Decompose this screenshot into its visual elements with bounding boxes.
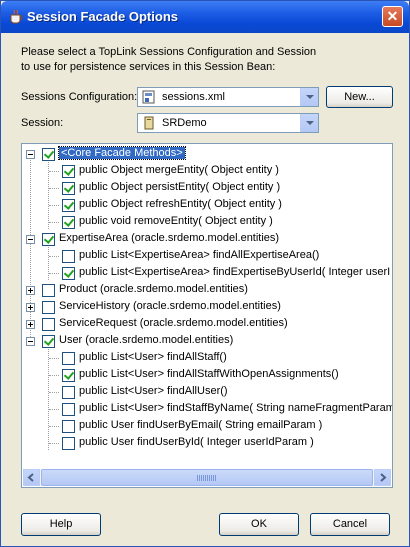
facade-methods-tree[interactable]: <Core Facade Methods> public Object merg… [21,143,393,488]
checkbox[interactable] [42,301,55,314]
tree-row-label: public List<User> findAllStaff() [79,351,227,363]
collapse-icon[interactable] [26,150,35,159]
tree-row-label: public Object persistEntity( Object enti… [79,181,281,193]
sessions-configuration-label: Sessions Configuration: [21,91,138,103]
checkbox[interactable] [42,284,55,297]
tree-row-label: public List<User> findAllStaffWithOpenAs… [79,368,339,380]
checkbox[interactable] [62,199,75,212]
tree-line [48,245,49,280]
sessions-configuration-select[interactable]: sessions.xml [137,87,319,107]
session-facade-options-dialog: Session Facade Options ✕ Please select a… [0,0,410,547]
tree-line [49,171,59,172]
tree-row-label: public Object mergeEntity( Object entity… [79,164,279,176]
tree-row-label: User (oracle.srdemo.model.entities) [59,334,234,346]
checkbox[interactable] [62,386,75,399]
tree-line [30,156,31,343]
checkbox[interactable] [42,148,55,161]
tree-line [49,392,59,393]
checkbox[interactable] [62,420,75,433]
ok-button[interactable]: OK [219,513,299,536]
checkbox[interactable] [62,352,75,365]
tree-line [49,205,59,206]
tree-row-label: Product (oracle.srdemo.model.entities) [59,283,248,295]
chevron-down-icon[interactable] [300,114,318,132]
instruction-text: Please select a TopLink Sessions Configu… [21,46,317,73]
checkbox[interactable] [62,267,75,280]
tree-row-label: public List<User> findStaffByName( Strin… [79,402,393,414]
close-icon: ✕ [386,8,399,24]
help-button[interactable]: Help [21,513,101,536]
tree-row-label: ExpertiseArea (oracle.srdemo.model.entit… [59,232,280,244]
tree-line [49,188,59,189]
tree-row-label: public Object refreshEntity( Object enti… [79,198,282,210]
tree-row-label: ServiceHistory (oracle.srdemo.model.enti… [59,300,281,312]
expand-icon[interactable] [26,286,35,295]
tree-row-label: public void removeEntity( Object entity … [79,215,273,227]
checkbox[interactable] [62,250,75,263]
tree-line [49,256,59,257]
checkbox[interactable] [62,369,75,382]
checkbox[interactable] [62,182,75,195]
checkbox[interactable] [62,437,75,450]
xml-file-icon [142,90,155,104]
tree-row-label: public List<ExpertiseArea> findAllExpert… [79,249,320,261]
tree-line [49,375,59,376]
tree-line [49,409,59,410]
session-label: Session: [21,117,64,129]
checkbox[interactable] [42,318,55,331]
chevron-down-icon[interactable] [300,88,318,106]
title-bar[interactable]: Session Facade Options ✕ [1,1,409,33]
checkbox[interactable] [42,335,55,348]
checkbox[interactable] [42,233,55,246]
tree-row-label: public List<User> findAllUser() [79,385,228,397]
new-button[interactable]: New... [326,86,393,108]
tree-row-label: public User findUserByEmail( String emai… [79,419,323,431]
scrollbar-thumb[interactable] [41,469,373,486]
session-select[interactable]: SRDemo [137,113,319,133]
tree-line [49,426,59,427]
grip-icon [197,475,217,481]
chevron-left-icon [27,473,34,482]
session-icon [144,116,154,130]
collapse-icon[interactable] [26,337,35,346]
tree-line [49,443,59,444]
checkbox[interactable] [62,403,75,416]
tree-row-label: ServiceRequest (oracle.srdemo.model.enti… [59,317,288,329]
checkbox[interactable] [62,216,75,229]
window-title: Session Facade Options [27,9,178,24]
expand-icon[interactable] [26,320,35,329]
tree-row-label: <Core Facade Methods> [58,146,186,160]
collapse-icon[interactable] [26,235,35,244]
tree-line [49,273,59,274]
tree-row-label: public User findUserById( Integer userId… [79,436,314,448]
checkbox[interactable] [62,165,75,178]
sessions-configuration-value: sessions.xml [162,91,225,103]
tree-row-label: public List<ExpertiseArea> findExpertise… [79,266,391,278]
expand-icon[interactable] [26,303,35,312]
session-value: SRDemo [162,117,207,129]
tree-line [49,358,59,359]
coffee-cup-icon [10,9,23,24]
tree-line [49,222,59,223]
chevron-right-icon [380,473,387,482]
tree-line [48,347,49,450]
horizontal-scrollbar[interactable] [23,469,391,486]
cancel-button[interactable]: Cancel [310,513,390,536]
close-button[interactable]: ✕ [382,6,403,27]
scroll-left-button[interactable] [23,469,40,486]
scroll-right-button[interactable] [374,469,391,486]
